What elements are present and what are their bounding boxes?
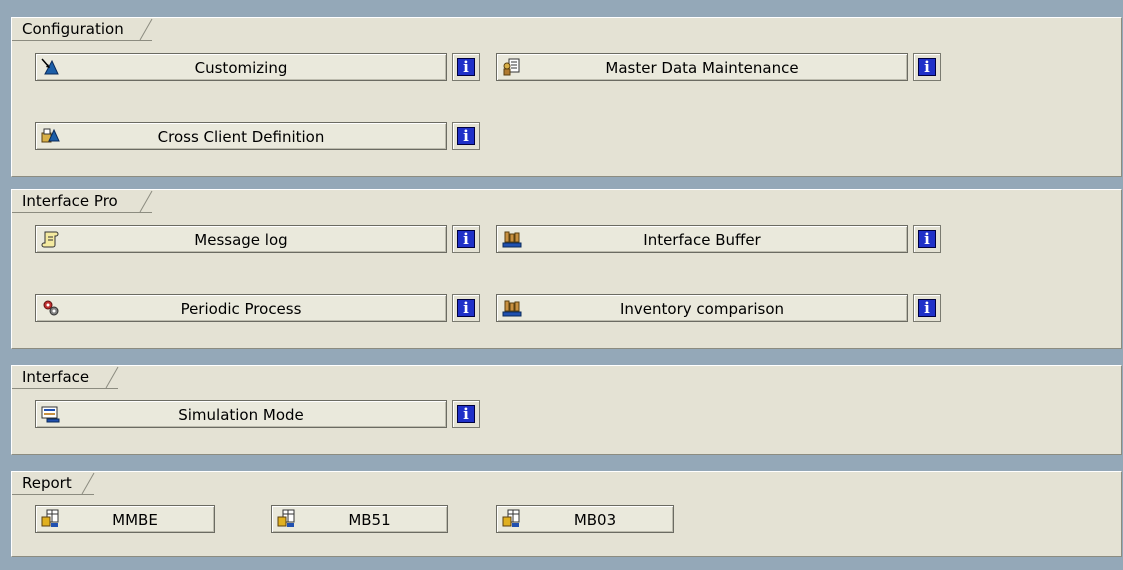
group-configuration: Configuration Customizing i Master Data …: [11, 17, 1122, 177]
simulation-mode-button[interactable]: Simulation Mode: [35, 400, 447, 428]
group-title: Interface: [22, 368, 90, 386]
master-data-maintenance-button[interactable]: Master Data Maintenance: [496, 53, 908, 81]
button-label: Master Data Maintenance: [605, 59, 799, 77]
group-title: Configuration: [22, 20, 124, 38]
tab-slant: [81, 472, 95, 495]
group-title: Interface Pro: [22, 192, 118, 210]
info-button[interactable]: i: [913, 53, 941, 81]
info-icon: i: [457, 405, 475, 423]
button-label: Periodic Process: [180, 300, 302, 318]
mb03-button[interactable]: MB03: [496, 505, 674, 533]
tab-slant: [139, 18, 153, 41]
periodic-process-button[interactable]: Periodic Process: [35, 294, 447, 322]
info-icon: i: [457, 58, 475, 76]
button-label: Interface Buffer: [643, 231, 761, 249]
info-icon: i: [918, 58, 936, 76]
mmbe-button[interactable]: MMBE: [35, 505, 215, 533]
info-button[interactable]: i: [452, 122, 480, 150]
button-label: Message log: [194, 231, 288, 249]
group-report: Report MMBE MB51 MB03: [11, 471, 1122, 557]
info-button[interactable]: i: [452, 53, 480, 81]
group-interface: Interface Simulation Mode i: [11, 365, 1122, 455]
info-button[interactable]: i: [452, 294, 480, 322]
info-button[interactable]: i: [913, 294, 941, 322]
inventory-comparison-button[interactable]: Inventory comparison: [496, 294, 908, 322]
group-interface-pro: Interface Pro Message log i Interface Bu…: [11, 189, 1122, 349]
group-title: Report: [22, 474, 72, 492]
tab-slant: [139, 190, 153, 213]
interface-buffer-button[interactable]: Interface Buffer: [496, 225, 908, 253]
button-label: Simulation Mode: [178, 406, 304, 424]
info-icon: i: [457, 127, 475, 145]
group-tab: Configuration: [12, 18, 153, 41]
mb51-button[interactable]: MB51: [271, 505, 448, 533]
button-label: MB03: [573, 511, 617, 529]
button-label: MB51: [348, 511, 391, 529]
group-tab: Report: [12, 472, 95, 495]
customizing-button[interactable]: Customizing: [35, 53, 447, 81]
tab-slant: [105, 366, 119, 389]
group-tab: Interface Pro: [12, 190, 153, 213]
info-icon: i: [457, 299, 475, 317]
info-button[interactable]: i: [452, 225, 480, 253]
button-label: Customizing: [194, 59, 288, 77]
button-label: Cross Client Definition: [157, 128, 325, 146]
button-label: Inventory comparison: [620, 300, 784, 318]
info-icon: i: [918, 230, 936, 248]
info-icon: i: [918, 299, 936, 317]
info-button[interactable]: i: [452, 400, 480, 428]
info-button[interactable]: i: [913, 225, 941, 253]
cross-client-definition-button[interactable]: Cross Client Definition: [35, 122, 447, 150]
button-label: MMBE: [112, 511, 158, 529]
group-tab: Interface: [12, 366, 119, 389]
info-icon: i: [457, 230, 475, 248]
message-log-button[interactable]: Message log: [35, 225, 447, 253]
